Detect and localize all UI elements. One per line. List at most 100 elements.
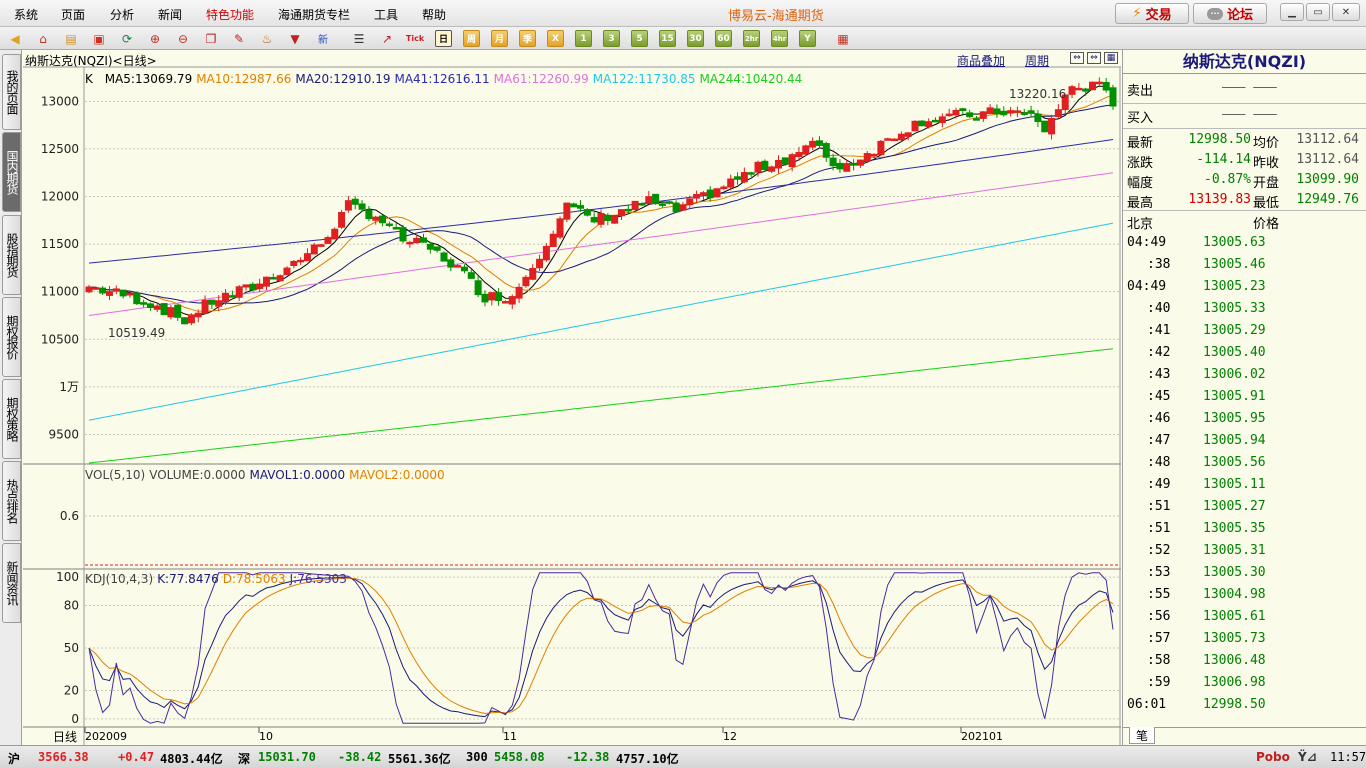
period-year-button[interactable]: Y [799, 30, 816, 47]
filter-icon[interactable]: ▼ [286, 30, 304, 47]
x-label-202009: 202009 [85, 730, 127, 743]
zoom-in-icon[interactable]: ⊕ [146, 30, 164, 47]
period-link[interactable]: 周期 [1025, 52, 1049, 69]
tick-row: :43 13006.02 [1127, 367, 1363, 387]
candle-body [699, 192, 707, 196]
candle-body [181, 317, 189, 325]
period-1min-button[interactable]: 1 [575, 30, 592, 47]
period-4hr-button[interactable]: 4hr [771, 30, 788, 47]
period-5min-button[interactable]: 5 [631, 30, 648, 47]
menu-news[interactable]: 新闻 [158, 6, 182, 23]
menu-special[interactable]: 特色功能 [206, 6, 254, 23]
tick-time: :48 [1147, 455, 1171, 470]
forum-button[interactable]: ··· 论坛 [1193, 3, 1267, 24]
candle-body [399, 227, 407, 242]
candle-body [781, 157, 789, 165]
tick-header-beijing: 北京 [1127, 217, 1154, 232]
windows-icon[interactable]: ❐ [202, 30, 220, 47]
candle-body [85, 286, 93, 293]
tick-time: :43 [1147, 367, 1171, 382]
period-day-button[interactable]: 日 [435, 30, 452, 47]
candle-body [228, 295, 236, 298]
candle-body [1109, 87, 1117, 107]
tick-row: :45 13005.91 [1127, 389, 1363, 409]
period-60min-button[interactable]: 60 [715, 30, 732, 47]
menu-tools[interactable]: 工具 [374, 6, 398, 23]
table-icon[interactable]: ☰ [350, 30, 368, 47]
period-30min-button[interactable]: 30 [687, 30, 704, 47]
menu-help[interactable]: 帮助 [422, 6, 446, 23]
period-month-button[interactable]: 月 [491, 30, 508, 47]
tick-price: 13005.30 [1203, 565, 1266, 580]
tab-index-futures[interactable]: 股指期货 [2, 215, 21, 295]
tab-option-strategy[interactable]: 期权策略 [2, 379, 21, 459]
refresh-icon[interactable]: ⟳ [118, 30, 136, 47]
candle-body [979, 111, 987, 119]
menu-haitong-column[interactable]: 海通期货专栏 [278, 6, 350, 23]
overlay-link[interactable]: 商品叠加 [957, 52, 1005, 69]
paint-icon[interactable]: ♨ [258, 30, 276, 47]
chart-area[interactable]: 13000 12500 12000 11500 11000 10500 1万 9500 0.6 1… [23, 50, 1121, 745]
candle-body [1075, 87, 1083, 91]
database-icon[interactable]: ▤ [62, 30, 80, 47]
kdj-legend: KDJ(10,4,3) K:77.8476 D:78.5063 J:76.5303 [85, 572, 351, 586]
tab-news[interactable]: 新闻资讯 [2, 543, 21, 623]
period-3min-button[interactable]: 3 [603, 30, 620, 47]
kdj-tick-label: 20 [64, 684, 79, 698]
tab-my-pages[interactable]: 我的页面 [2, 54, 21, 130]
tab-news-label: 新闻资讯 [5, 561, 19, 605]
sh-index-value: 3566.38 [38, 750, 89, 764]
period-x-button[interactable]: X [547, 30, 564, 47]
trade-button[interactable]: ⚡ 交易 [1115, 3, 1189, 24]
period-week-button[interactable]: 周 [463, 30, 480, 47]
candle-body [235, 286, 243, 298]
tab-hot-ranking[interactable]: 热点排名 [2, 461, 21, 541]
line-chart-icon[interactable]: ↗ [378, 30, 396, 47]
candle-body [160, 303, 168, 316]
minimize-icon[interactable]: ▁ [1280, 3, 1304, 21]
tick-price: 13005.29 [1203, 323, 1266, 338]
kdj-tick-label: 0 [71, 712, 79, 726]
period-quarter-button[interactable]: 季 [519, 30, 536, 47]
tab-domestic-futures[interactable]: 国内期货 [2, 132, 21, 212]
y-tick-label: 10500 [41, 332, 79, 346]
back-arrow-icon[interactable]: ◀ [6, 30, 24, 47]
candle-body [467, 272, 475, 279]
menu-system[interactable]: 系统 [14, 6, 38, 23]
zoom-out-icon[interactable]: ⊖ [174, 30, 192, 47]
candle-body [515, 286, 523, 299]
candle-body [249, 283, 257, 291]
period-15min-button[interactable]: 15 [659, 30, 676, 47]
menu-page[interactable]: 页面 [61, 6, 85, 23]
i300-change: -12.38 [566, 750, 610, 764]
tick-tab-trades[interactable]: 笔 [1129, 727, 1155, 744]
tick-row: :40 13005.33 [1127, 301, 1363, 321]
tab-option-quotes[interactable]: 期权报价 [2, 297, 21, 377]
candlestick-chart[interactable]: 1300012500120001150011000105001万95000.61… [23, 50, 1121, 745]
expand-icon[interactable]: ⇔ [1087, 52, 1101, 64]
ma-legend-item-2: MA20:12910.19 [295, 72, 391, 86]
close-icon[interactable]: ✕ [1332, 3, 1360, 21]
grid-icon[interactable]: ▦ [1104, 52, 1118, 64]
pen-icon[interactable]: ✎ [230, 30, 248, 47]
maximize-icon[interactable]: ▭ [1306, 3, 1330, 21]
menu-analysis[interactable]: 分析 [110, 6, 134, 23]
candle-body [938, 116, 946, 124]
candle-body [426, 243, 434, 250]
stat-value: -0.87% [1204, 172, 1251, 187]
tick-icon[interactable]: Tick [406, 30, 424, 47]
candle-body [829, 157, 837, 167]
layout-icon[interactable]: ▦ [834, 30, 852, 47]
shrink-icon[interactable]: ⇔ [1070, 52, 1084, 64]
period-2hr-button[interactable]: 2hr [743, 30, 760, 47]
new-icon[interactable]: 新 [314, 30, 332, 47]
y-tick-label: 12500 [41, 142, 79, 156]
y-tick-label: 11500 [41, 237, 79, 251]
f10-icon[interactable]: ▣ [90, 30, 108, 47]
candle-body [201, 299, 209, 315]
tick-header: 北京 价格 [1127, 213, 1363, 233]
home-icon[interactable]: ⌂ [34, 30, 52, 47]
candle-body [1034, 113, 1042, 122]
tick-price: 13005.40 [1203, 345, 1266, 360]
candle-body [720, 186, 728, 190]
